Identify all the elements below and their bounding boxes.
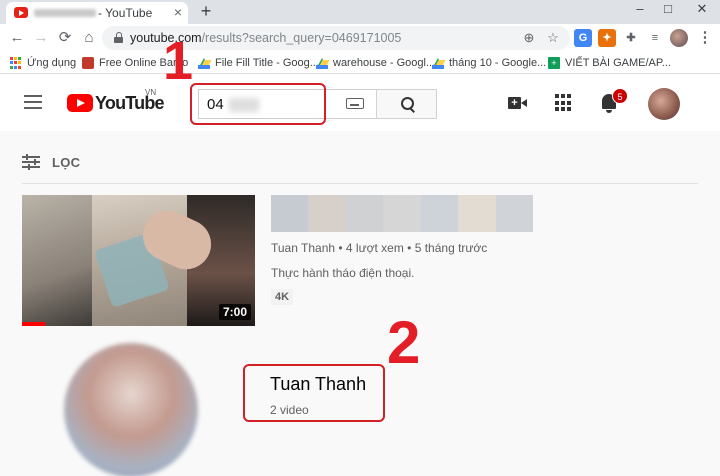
reload-icon[interactable]: ⟳ <box>54 27 76 49</box>
drive-icon <box>198 57 210 69</box>
search-icon <box>401 97 414 110</box>
youtube-logo[interactable]: YouTube VN <box>67 88 165 113</box>
drive-icon <box>432 57 444 69</box>
google-translate-icon[interactable]: G <box>574 29 592 47</box>
video-metadata: Tuan Thanh • 4 lượt xem • 5 tháng trước <box>271 241 488 255</box>
guide-menu-icon[interactable] <box>24 95 42 109</box>
forward-icon[interactable]: → <box>30 27 52 49</box>
quality-badge: 4K <box>271 289 294 305</box>
browser-tab[interactable]: - YouTube × <box>6 2 188 24</box>
search-button[interactable] <box>376 89 437 119</box>
screenshot-root: - YouTube × + – □ ✕ ← → ⟳ ⌂ youtube.com/… <box>0 0 720 476</box>
keyboard-icon[interactable] <box>346 98 364 109</box>
bookmark-file-fill-title[interactable]: File Fill Title - Goog... <box>198 55 319 71</box>
account-avatar[interactable] <box>648 88 680 120</box>
filter-icon <box>22 154 40 170</box>
barcode-icon <box>82 57 94 69</box>
profile-avatar[interactable] <box>670 29 688 47</box>
minimize-button[interactable]: – <box>628 0 652 20</box>
sheets-icon: + <box>548 57 560 69</box>
youtube-apps-icon[interactable] <box>552 91 576 115</box>
video-title-redacted[interactable] <box>271 195 533 232</box>
puzzle-icon[interactable]: ✚ <box>622 29 640 47</box>
youtube-favicon-icon <box>14 7 28 18</box>
tab-title-redacted <box>34 9 96 17</box>
bookmark-thang-10[interactable]: tháng 10 - Google... <box>432 55 546 71</box>
search-results: LỌC 7:00 Tuan Thanh • 4 lượt xem • 5 thá… <box>0 131 720 476</box>
star-icon[interactable]: ☆ <box>544 29 562 47</box>
browser-toolbar: ← → ⟳ ⌂ youtube.com/results?search_query… <box>0 24 720 52</box>
video-description: Thực hành tháo điện thoại. <box>271 266 415 280</box>
close-window-button[interactable]: ✕ <box>690 0 714 20</box>
bookmark-viet-bai-game[interactable]: + VIẾT BÀI GAME/AP... <box>548 55 671 71</box>
tab-title: - YouTube <box>98 6 153 20</box>
bookmark-warehouse[interactable]: warehouse - Googl... <box>316 55 435 71</box>
create-video-icon[interactable]: + <box>506 91 530 115</box>
bookmark-apps[interactable]: Ứng dụng <box>10 55 76 71</box>
bookmarks-bar: Ứng dụng Free Online Barco File Fill Tit… <box>0 52 720 74</box>
lock-icon[interactable] <box>114 32 123 43</box>
channel-avatar[interactable] <box>64 343 198 476</box>
results-divider <box>22 183 698 184</box>
youtube-play-icon <box>67 94 93 112</box>
home-icon[interactable]: ⌂ <box>78 27 100 49</box>
apps-grid-icon <box>10 57 22 69</box>
playlist-icon[interactable]: ≡ <box>646 29 664 47</box>
browser-menu-icon[interactable]: ⋮ <box>694 27 716 49</box>
country-code: VN <box>145 88 157 97</box>
maximize-button[interactable]: □ <box>656 0 680 20</box>
new-tab-button[interactable]: + <box>196 1 216 21</box>
annotation-number-1: 1 <box>163 31 194 91</box>
tab-close-icon[interactable]: × <box>170 4 186 20</box>
annotation-box-1 <box>190 83 326 125</box>
video-duration: 7:00 <box>218 304 251 320</box>
filter-label: LỌC <box>52 154 81 170</box>
fire-extension-icon[interactable]: ✦ <box>598 29 616 47</box>
zoom-icon[interactable]: ⊕ <box>520 29 538 47</box>
watch-progress-bar <box>22 322 46 326</box>
video-thumbnail[interactable]: 7:00 <box>22 195 255 326</box>
filter-button[interactable]: LỌC <box>22 153 80 171</box>
annotation-box-2 <box>243 364 385 422</box>
drive-icon <box>316 57 328 69</box>
notification-count-badge: 5 <box>612 88 628 104</box>
browser-tabstrip: - YouTube × + – □ ✕ <box>0 0 720 24</box>
back-icon[interactable]: ← <box>6 27 28 49</box>
annotation-number-2: 2 <box>387 309 421 376</box>
